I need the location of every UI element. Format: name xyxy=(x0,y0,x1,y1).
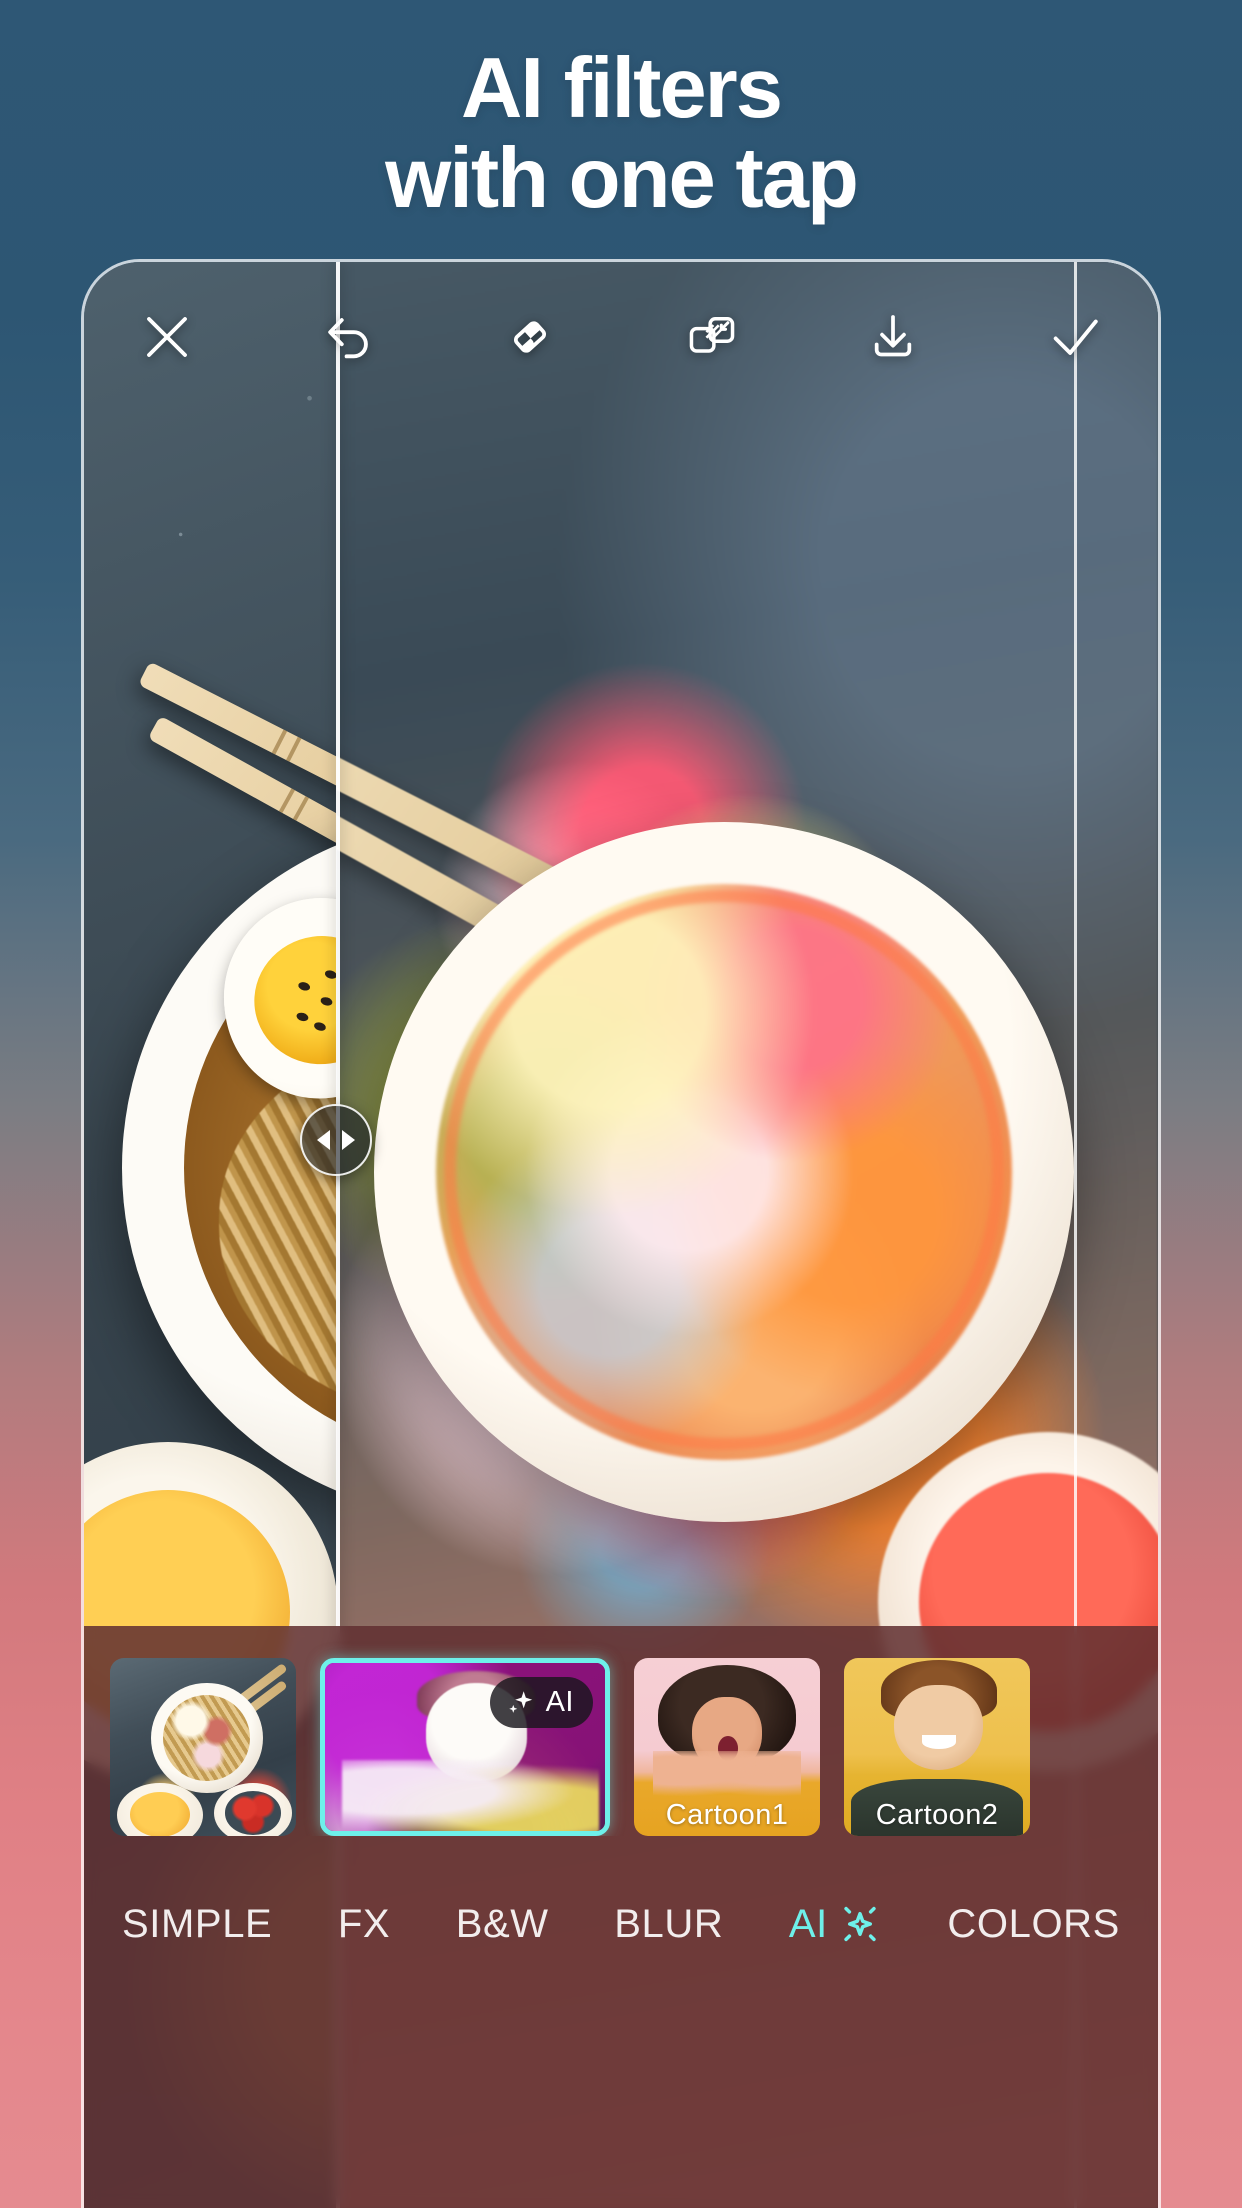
filter-thumb-ai-art[interactable]: AI xyxy=(320,1658,610,1836)
ai-badge-label: AI xyxy=(545,1686,574,1718)
left-right-arrows-icon xyxy=(317,1130,356,1150)
check-icon xyxy=(1053,319,1098,355)
tab-label: AI xyxy=(788,1901,828,1946)
compare-slider-handle[interactable] xyxy=(300,1104,373,1176)
filter-thumb-label xyxy=(110,1794,296,1836)
filter-thumbnail-strip[interactable]: AI Cartoon1 Cartoon2 xyxy=(84,1626,1158,1836)
filter-thumb-cartoon1[interactable]: Cartoon1 xyxy=(634,1658,820,1836)
save-button[interactable] xyxy=(854,298,932,376)
filter-thumb-cartoon2[interactable]: Cartoon2 xyxy=(844,1658,1030,1836)
tab-label: COLORS xyxy=(947,1901,1120,1946)
sparkle-star-icon xyxy=(844,1906,876,1942)
tab-label: SIMPLE xyxy=(122,1901,273,1946)
close-icon xyxy=(147,317,187,357)
tab-label: B&W xyxy=(455,1901,549,1946)
tab-bw[interactable]: B&W xyxy=(456,1902,549,1947)
tab-ai[interactable]: AI xyxy=(789,1902,882,1947)
eraser-button[interactable] xyxy=(491,298,569,376)
tab-label: FX xyxy=(337,1901,391,1946)
ai-bowl-rim xyxy=(444,890,1004,1450)
editor-toolbar xyxy=(84,262,1158,412)
download-icon xyxy=(875,315,912,357)
eraser-icon xyxy=(514,321,547,353)
filter-thumb-label: Cartoon1 xyxy=(665,1798,789,1831)
filter-thumb-original[interactable] xyxy=(110,1658,296,1836)
headline-line-2: with one tap xyxy=(385,131,859,227)
tab-simple[interactable]: SIMPLE xyxy=(122,1902,272,1947)
filter-panel: AI Cartoon1 Cartoon2 SIMPLE FX B&W BLUR … xyxy=(84,1626,1158,2208)
tab-blur[interactable]: BLUR xyxy=(614,1902,723,1947)
phone-mockup: AI Cartoon1 Cartoon2 SIMPLE FX B&W BLUR … xyxy=(84,262,1158,2208)
compare-layers-button[interactable] xyxy=(673,298,751,376)
headline-line-1: AI filters xyxy=(460,41,783,136)
filter-thumb-label xyxy=(325,1789,605,1831)
undo-icon xyxy=(327,318,368,359)
compare-icon xyxy=(689,317,735,353)
sparkle-icon xyxy=(508,1690,532,1713)
apply-button[interactable] xyxy=(1036,298,1114,376)
ai-badge: AI xyxy=(489,1677,593,1728)
filter-thumb-label: Cartoon2 xyxy=(875,1798,999,1831)
tab-label: BLUR xyxy=(614,1901,724,1946)
page-title: AI filters with one tap xyxy=(0,41,1242,227)
tab-fx[interactable]: FX xyxy=(338,1902,390,1947)
undo-button[interactable] xyxy=(310,298,388,376)
tab-colors[interactable]: COLORS xyxy=(947,1902,1120,1947)
close-button[interactable] xyxy=(128,298,206,376)
filter-category-tabs: SIMPLE FX B&W BLUR AI COLORS xyxy=(84,1864,1158,1984)
